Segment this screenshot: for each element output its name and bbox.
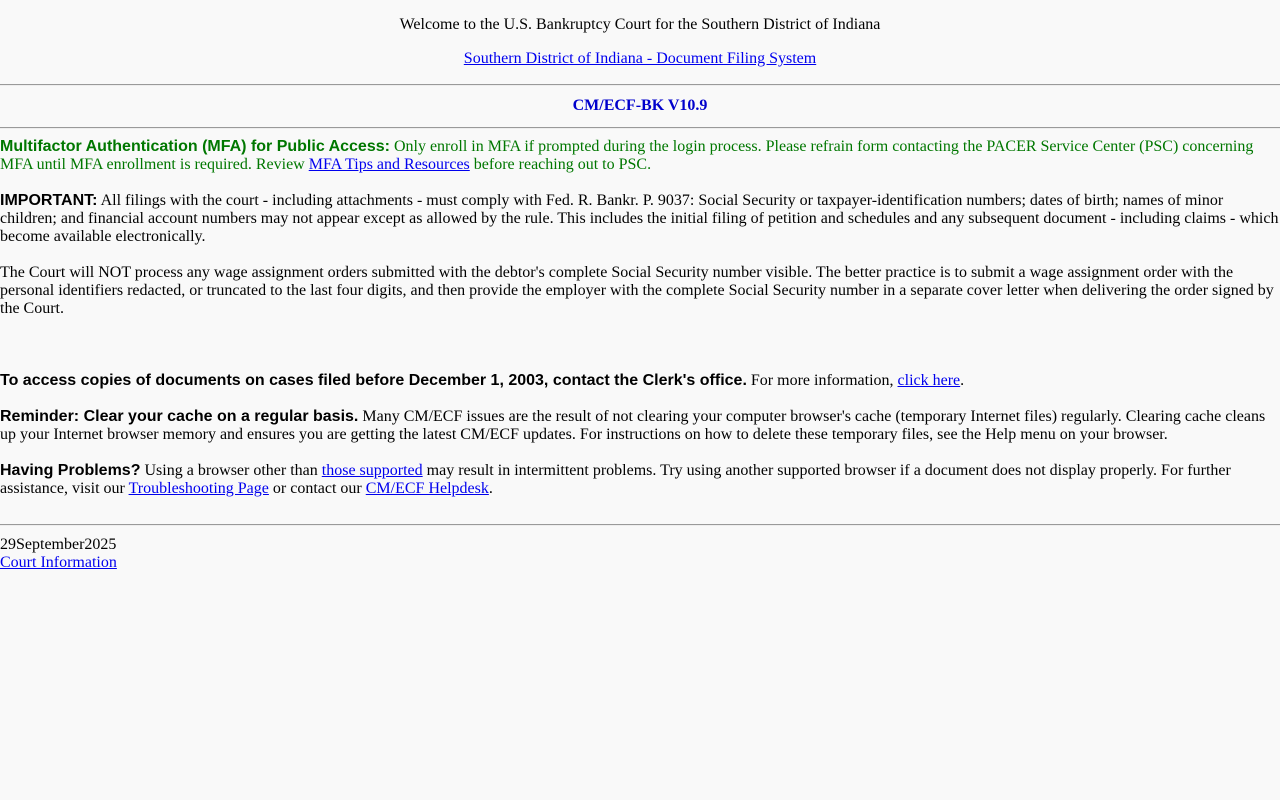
problems-text-4: .	[488, 480, 493, 497]
divider-top	[0, 84, 1280, 86]
problems-text-1: Using a browser other than	[140, 462, 322, 479]
divider-version	[0, 127, 1280, 129]
problems-text-3: or contact our	[268, 480, 366, 497]
mfa-notice: Multifactor Authentication (MFA) for Pub…	[0, 138, 1280, 174]
welcome-text: Welcome to the U.S. Bankruptcy Court for…	[399, 16, 881, 33]
important-heading: IMPORTANT:	[0, 192, 98, 209]
access-notice: To access copies of documents on cases f…	[0, 372, 1280, 390]
access-text-after: .	[960, 372, 965, 389]
wage-assignment-notice: The Court will NOT process any wage assi…	[0, 264, 1274, 317]
version-title: CM/ECF-BK V10.9	[572, 97, 708, 114]
helpdesk-link[interactable]: CM/ECF Helpdesk	[366, 480, 489, 497]
login-page: Welcome to the U.S. Bankruptcy Court for…	[0, 0, 1280, 572]
court-information-link[interactable]: Court Information	[0, 554, 117, 571]
mfa-tips-link[interactable]: MFA Tips and Resources	[309, 156, 470, 173]
court-info-container: Court Information	[0, 554, 1280, 572]
mfa-text-after: before reaching out to PSC.	[469, 156, 652, 173]
footer-date: 29September2025	[0, 536, 117, 553]
access-text-before: For more information,	[746, 372, 898, 389]
important-notice: IMPORTANT: All filings with the court - …	[0, 192, 1280, 246]
access-heading: To access copies of documents on cases f…	[0, 372, 747, 389]
important-text: All filings with the court - including a…	[0, 192, 1279, 245]
problems-heading: Having Problems?	[0, 462, 141, 479]
mfa-heading: Multifactor Authentication (MFA) for Pub…	[0, 138, 390, 155]
cache-reminder: Reminder: Clear your cache on a regular …	[0, 408, 1280, 444]
reminder-heading: Reminder: Clear your cache on a regular …	[0, 408, 359, 425]
problems-notice: Having Problems? Using a browser other t…	[0, 462, 1280, 498]
supported-browsers-link[interactable]: those supported	[322, 462, 423, 479]
divider-footer	[0, 524, 1280, 526]
troubleshooting-link[interactable]: Troubleshooting Page	[129, 480, 269, 497]
filing-system-link[interactable]: Southern District of Indiana - Document …	[464, 50, 816, 67]
click-here-link[interactable]: click here	[898, 372, 961, 389]
filing-system-link-container: Southern District of Indiana - Document …	[0, 50, 1280, 68]
